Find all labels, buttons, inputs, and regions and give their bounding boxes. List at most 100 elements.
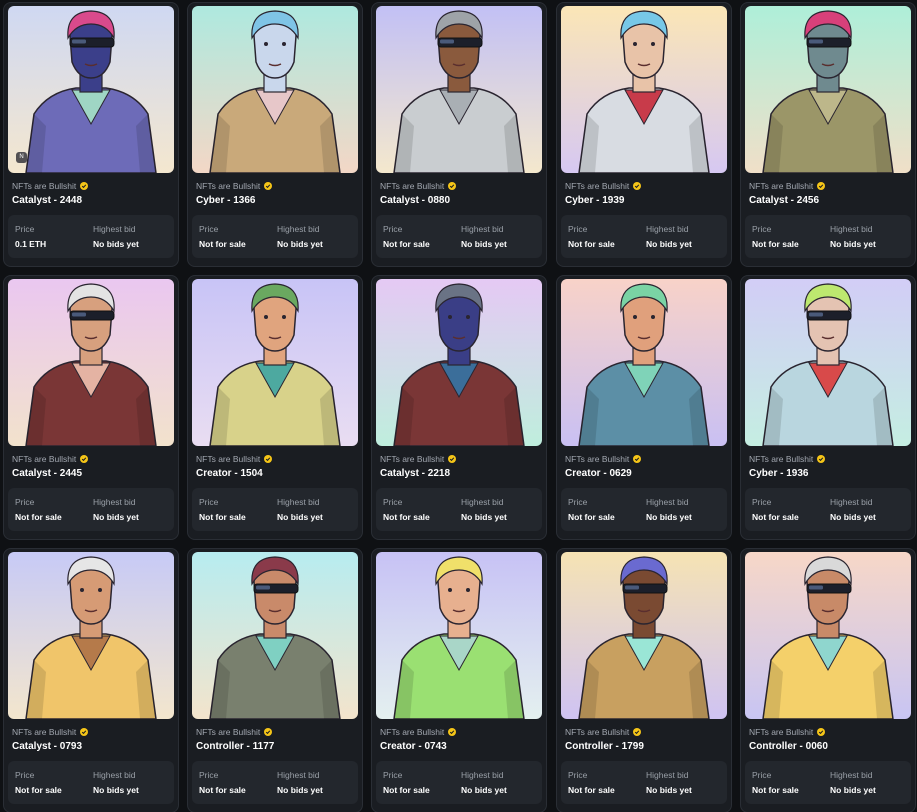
price-value: Not for sale xyxy=(752,512,799,522)
highest-bid-value: No bids yet xyxy=(93,512,139,522)
price-label: Price xyxy=(199,497,219,507)
nft-card[interactable]: NFTs are Bullshit Cyber - 1936 Price Hig… xyxy=(740,275,916,540)
collection-name[interactable]: NFTs are Bullshit xyxy=(565,727,629,737)
nft-title[interactable]: Catalyst - 0793 xyxy=(12,741,82,752)
nft-card[interactable]: NFTs are Bullshit Catalyst - 2218 Price … xyxy=(371,275,547,540)
collection-name[interactable]: NFTs are Bullshit xyxy=(12,727,76,737)
collection-name[interactable]: NFTs are Bullshit xyxy=(749,181,813,191)
highest-bid-label: Highest bid xyxy=(461,497,504,507)
price-label: Price xyxy=(15,497,35,507)
highest-bid-value: No bids yet xyxy=(646,239,692,249)
collection-name[interactable]: NFTs are Bullshit xyxy=(380,181,444,191)
price-value: Not for sale xyxy=(752,239,799,249)
nft-title[interactable]: Cyber - 1936 xyxy=(749,468,808,479)
highest-bid-label: Highest bid xyxy=(461,224,504,234)
collection-row: NFTs are Bullshit xyxy=(749,726,826,738)
nft-artwork[interactable] xyxy=(745,279,911,446)
verified-badge-icon xyxy=(633,455,642,463)
collection-name[interactable]: NFTs are Bullshit xyxy=(565,454,629,464)
nft-title[interactable]: Creator - 1504 xyxy=(196,468,263,479)
nft-card[interactable]: NFTs are Bullshit Catalyst - 0880 Price … xyxy=(371,2,547,267)
price-value: 0.1 ETH xyxy=(15,239,47,249)
nft-card[interactable]: NFTs are Bullshit Controller - 1799 Pric… xyxy=(556,548,732,812)
collection-name[interactable]: NFTs are Bullshit xyxy=(196,727,260,737)
nft-artwork[interactable] xyxy=(561,552,727,719)
nft-card[interactable]: NFTs are Bullshit Creator - 0743 Price H… xyxy=(371,548,547,812)
collection-name[interactable]: NFTs are Bullshit xyxy=(380,454,444,464)
highest-bid-value: No bids yet xyxy=(646,785,692,795)
price-value: Not for sale xyxy=(568,512,615,522)
price-info-panel: Price Highest bid Not for sale No bids y… xyxy=(376,488,542,531)
nft-artwork[interactable]: N xyxy=(8,6,174,173)
nft-title[interactable]: Controller - 1177 xyxy=(196,741,274,752)
verified-badge-icon xyxy=(817,455,826,463)
price-value: Not for sale xyxy=(15,785,62,795)
price-label: Price xyxy=(199,770,219,780)
nft-card[interactable]: NFTs are Bullshit Catalyst - 2445 Price … xyxy=(3,275,179,540)
highest-bid-value: No bids yet xyxy=(646,512,692,522)
collection-name[interactable]: NFTs are Bullshit xyxy=(12,181,76,191)
nft-card[interactable]: NFTs are Bullshit Cyber - 1366 Price Hig… xyxy=(187,2,363,267)
nft-title[interactable]: Creator - 0743 xyxy=(380,741,447,752)
verified-badge-icon xyxy=(817,728,826,736)
nft-title[interactable]: Controller - 1799 xyxy=(565,741,644,752)
highest-bid-value: No bids yet xyxy=(93,239,139,249)
verified-badge-icon xyxy=(80,182,89,190)
price-value: Not for sale xyxy=(199,239,246,249)
nft-card[interactable]: N NFTs are Bullshit Catalyst - 2448 Pric… xyxy=(3,2,179,267)
nft-card[interactable]: NFTs are Bullshit Catalyst - 2456 Price … xyxy=(740,2,916,267)
nft-card[interactable]: NFTs are Bullshit Creator - 1504 Price H… xyxy=(187,275,363,540)
nft-title[interactable]: Catalyst - 2218 xyxy=(380,468,450,479)
collection-name[interactable]: NFTs are Bullshit xyxy=(380,727,444,737)
nft-title[interactable]: Creator - 0629 xyxy=(565,468,632,479)
nft-artwork[interactable] xyxy=(561,279,727,446)
nft-artwork[interactable] xyxy=(8,279,174,446)
price-label: Price xyxy=(199,224,219,234)
nft-card[interactable]: NFTs are Bullshit Catalyst - 0793 Price … xyxy=(3,548,179,812)
nft-title[interactable]: Cyber - 1366 xyxy=(196,195,255,206)
collection-name[interactable]: NFTs are Bullshit xyxy=(12,454,76,464)
nft-artwork[interactable] xyxy=(192,279,358,446)
nft-title[interactable]: Catalyst - 2456 xyxy=(749,195,819,206)
price-value: Not for sale xyxy=(199,512,246,522)
collection-row: NFTs are Bullshit xyxy=(12,726,89,738)
nft-artwork[interactable] xyxy=(376,6,542,173)
collection-name[interactable]: NFTs are Bullshit xyxy=(565,181,629,191)
nft-artwork[interactable] xyxy=(376,279,542,446)
nft-card[interactable]: NFTs are Bullshit Controller - 0060 Pric… xyxy=(740,548,916,812)
collection-name[interactable]: NFTs are Bullshit xyxy=(196,181,260,191)
nft-card[interactable]: NFTs are Bullshit Controller - 1177 Pric… xyxy=(187,548,363,812)
nft-title[interactable]: Catalyst - 2448 xyxy=(12,195,82,206)
nft-title[interactable]: Catalyst - 0880 xyxy=(380,195,450,206)
nft-artwork[interactable] xyxy=(745,6,911,173)
highest-bid-value: No bids yet xyxy=(277,239,323,249)
price-info-panel: Price Highest bid Not for sale No bids y… xyxy=(745,488,911,531)
collection-row: NFTs are Bullshit xyxy=(749,453,826,465)
collection-row: NFTs are Bullshit xyxy=(565,180,642,192)
highest-bid-value: No bids yet xyxy=(830,512,876,522)
nft-artwork[interactable] xyxy=(561,6,727,173)
nft-artwork[interactable] xyxy=(745,552,911,719)
collection-name[interactable]: NFTs are Bullshit xyxy=(749,727,813,737)
highest-bid-value: No bids yet xyxy=(461,512,507,522)
nft-artwork[interactable] xyxy=(192,6,358,173)
highest-bid-value: No bids yet xyxy=(830,239,876,249)
highest-bid-label: Highest bid xyxy=(277,224,320,234)
price-value: Not for sale xyxy=(15,512,62,522)
nft-title[interactable]: Controller - 0060 xyxy=(749,741,828,752)
nft-artwork[interactable] xyxy=(8,552,174,719)
price-value: Not for sale xyxy=(199,785,246,795)
nft-title[interactable]: Cyber - 1939 xyxy=(565,195,624,206)
collection-row: NFTs are Bullshit xyxy=(12,180,89,192)
collection-name[interactable]: NFTs are Bullshit xyxy=(749,454,813,464)
collection-row: NFTs are Bullshit xyxy=(749,180,826,192)
collection-row: NFTs are Bullshit xyxy=(12,453,89,465)
collection-row: NFTs are Bullshit xyxy=(565,453,642,465)
nft-title[interactable]: Catalyst - 2445 xyxy=(12,468,82,479)
collection-name[interactable]: NFTs are Bullshit xyxy=(196,454,260,464)
nft-artwork[interactable] xyxy=(192,552,358,719)
nft-card[interactable]: NFTs are Bullshit Creator - 0629 Price H… xyxy=(556,275,732,540)
nft-card[interactable]: NFTs are Bullshit Cyber - 1939 Price Hig… xyxy=(556,2,732,267)
nft-artwork[interactable] xyxy=(376,552,542,719)
highest-bid-value: No bids yet xyxy=(830,785,876,795)
